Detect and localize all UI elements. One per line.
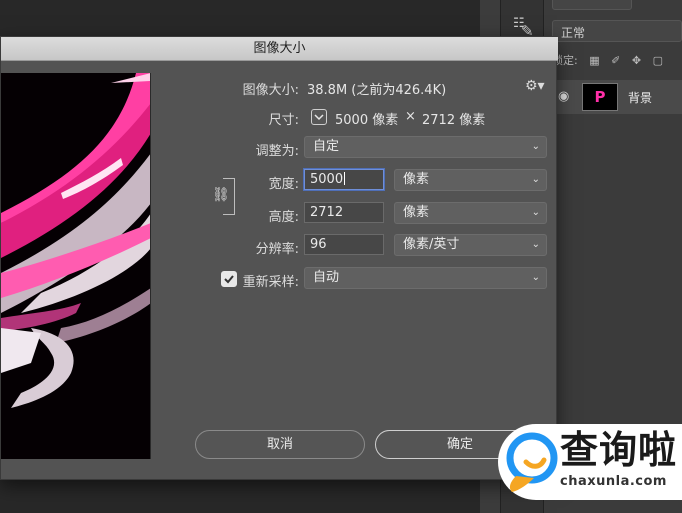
dialog-title: 图像大小 <box>253 41 306 56</box>
dimensions-label: 尺寸: <box>268 113 299 128</box>
lock-row: 锁定: ▦ ✐ ✥ ▢ <box>552 52 682 72</box>
chevron-updown-icon: ⌄ <box>531 141 540 152</box>
image-size-value: 38.8M (之前为426.4K) <box>307 83 447 98</box>
image-preview[interactable] <box>1 73 151 459</box>
resample-value: 自动 <box>313 270 340 285</box>
resolution-label: 分辨率: <box>255 242 299 257</box>
cancel-button[interactable]: 取消 <box>195 430 365 459</box>
layer-thumbnail-letter: P <box>594 88 606 106</box>
chevron-updown-icon: ⌄ <box>531 272 540 283</box>
dimensions-times: × <box>405 109 416 124</box>
ok-button-label: 确定 <box>446 437 473 452</box>
resolution-input[interactable]: 96 <box>304 234 384 255</box>
height-unit-value: 像素 <box>403 205 430 220</box>
gear-icon[interactable]: ⚙▾ <box>525 78 545 94</box>
chevron-updown-icon: ⌄ <box>531 207 540 218</box>
layer-row-background[interactable]: ◉ P 背景 <box>552 80 682 114</box>
dimensions-height: 2712 像素 <box>422 113 486 128</box>
height-input[interactable]: 2712 <box>304 202 384 223</box>
fit-to-label: 调整为: <box>255 144 299 159</box>
watermark-logo-icon <box>506 432 558 492</box>
chevron-down-icon <box>314 114 324 121</box>
resample-checkbox[interactable] <box>221 271 237 287</box>
width-unit-value: 像素 <box>403 172 430 187</box>
dimensions-width: 5000 像素 <box>335 113 399 128</box>
eye-icon[interactable]: ◉ <box>558 89 569 104</box>
image-size-dialog: 图像大小 ⚙▾ 图像大小: 38.8M (之前为426.4K) 尺寸: 5000… <box>0 36 558 480</box>
resample-label: 重新采样: <box>242 275 299 290</box>
fit-to-value: 自定 <box>313 139 340 154</box>
width-label: 宽度: <box>268 177 299 192</box>
lock-artboard-icon[interactable]: ▢ <box>653 54 663 67</box>
image-size-label: 图像大小: <box>242 83 299 98</box>
resolution-input-value: 96 <box>310 237 327 252</box>
blend-mode-value: 正常 <box>561 26 586 40</box>
height-input-value: 2712 <box>310 205 344 220</box>
chevron-updown-icon: ⌄ <box>531 174 540 185</box>
dialog-titlebar[interactable]: 图像大小 <box>1 37 558 61</box>
dimensions-unit-toggle[interactable] <box>311 109 327 125</box>
height-unit-select[interactable]: 像素 ⌄ <box>394 202 547 224</box>
lock-move-icon[interactable]: ✥ <box>632 54 641 67</box>
resample-select[interactable]: 自动 ⌄ <box>304 267 547 289</box>
width-input-value: 5000 <box>310 172 344 187</box>
lock-brush-icon[interactable]: ✐ <box>611 54 620 67</box>
layer-thumbnail: P <box>582 83 618 111</box>
resolution-unit-select[interactable]: 像素/英寸 ⌄ <box>394 234 547 256</box>
checkmark-icon <box>224 275 234 284</box>
lock-pixels-icon[interactable]: ▦ <box>589 54 599 67</box>
resolution-unit-value: 像素/英寸 <box>403 237 460 252</box>
watermark-url: chaxunla.com <box>560 474 667 489</box>
watermark: 查询啦 chaxunla.com <box>498 424 682 500</box>
height-label: 高度: <box>268 210 299 225</box>
width-input[interactable]: 5000 <box>304 169 384 190</box>
text-caret <box>344 172 346 185</box>
width-unit-select[interactable]: 像素 ⌄ <box>394 169 547 191</box>
watermark-chinese: 查询啦 <box>560 428 678 472</box>
preview-artwork <box>1 73 150 459</box>
panel-top-select[interactable] <box>552 0 632 10</box>
cancel-button-label: 取消 <box>266 437 293 452</box>
chevron-updown-icon: ⌄ <box>531 239 540 250</box>
layer-name: 背景 <box>628 91 653 105</box>
blend-mode-select[interactable]: 正常 <box>552 20 682 42</box>
fit-to-select[interactable]: 自定 ⌄ <box>304 136 547 158</box>
